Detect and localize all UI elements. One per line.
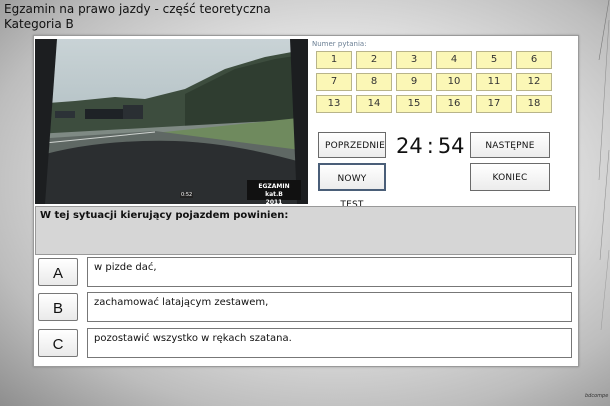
video-time: 0:52 — [180, 192, 194, 198]
timer-separator: : — [426, 134, 434, 158]
timer-seconds: 54 — [437, 134, 465, 158]
category-label: Kategoria B — [4, 17, 74, 31]
question-number-8[interactable]: 8 — [356, 73, 392, 91]
timer-minutes: 24 — [396, 134, 423, 158]
window-title: Egzamin na prawo jazdy - część teoretycz… — [4, 2, 271, 32]
question-number-7[interactable]: 7 — [316, 73, 352, 91]
timer: 24:54 — [396, 132, 465, 160]
video-frame-image — [35, 39, 308, 204]
previous-button[interactable]: POPRZEDNIE — [318, 132, 386, 158]
answer-c-button[interactable]: C — [38, 329, 78, 357]
question-number-3[interactable]: 3 — [396, 51, 432, 69]
question-number-12[interactable]: 12 — [516, 73, 552, 91]
answer-a-button[interactable]: A — [38, 258, 78, 286]
question-number-17[interactable]: 17 — [476, 95, 512, 113]
answer-c-text[interactable]: pozostawić wszystko w rękach szatana. — [87, 328, 572, 358]
question-number-2[interactable]: 2 — [356, 51, 392, 69]
question-number-4[interactable]: 4 — [436, 51, 472, 69]
question-box: W tej sytuacji kierujący pojazdem powini… — [35, 206, 576, 255]
question-number-6[interactable]: 6 — [516, 51, 552, 69]
question-number-9[interactable]: 9 — [396, 73, 432, 91]
question-number-18[interactable]: 18 — [516, 95, 552, 113]
question-number-1[interactable]: 1 — [316, 51, 352, 69]
question-number-10[interactable]: 10 — [436, 73, 472, 91]
answer-b-button[interactable]: B — [38, 293, 78, 321]
author-signature: bdcompe — [585, 393, 609, 399]
answer-b-text[interactable]: zachamować latającym zestawem, — [87, 292, 572, 322]
question-number-11[interactable]: 11 — [476, 73, 512, 91]
app-title: Egzamin na prawo jazdy - część teoretycz… — [4, 2, 271, 16]
new-test-button[interactable]: NOWY TEST — [318, 163, 386, 210]
answer-a-text[interactable]: w pizde dać, — [87, 257, 572, 287]
video-watermark: EGZAMIN kat.B 2011 — [258, 183, 290, 204]
question-number-15[interactable]: 15 — [396, 95, 432, 113]
end-button[interactable]: KONIEC — [470, 163, 550, 191]
question-number-14[interactable]: 14 — [356, 95, 392, 113]
decorative-lines — [598, 0, 610, 331]
question-number-13[interactable]: 13 — [316, 95, 352, 113]
video-player[interactable]: 0:52 EGZAMIN kat.B 2011 — [35, 39, 308, 204]
question-number-grid: 1 2 3 4 5 6 7 8 9 10 11 12 13 14 15 16 17 18 — [316, 51, 555, 113]
question-number-16[interactable]: 16 — [436, 95, 472, 113]
next-button[interactable]: NASTĘPNE — [470, 132, 550, 158]
question-number-5[interactable]: 5 — [476, 51, 512, 69]
question-text: W tej sytuacji kierujący pojazdem powini… — [40, 210, 289, 221]
question-number-label: Numer pytania: — [312, 40, 367, 48]
exam-panel: 0:52 EGZAMIN kat.B 2011 Numer pytania: 1… — [33, 35, 579, 367]
